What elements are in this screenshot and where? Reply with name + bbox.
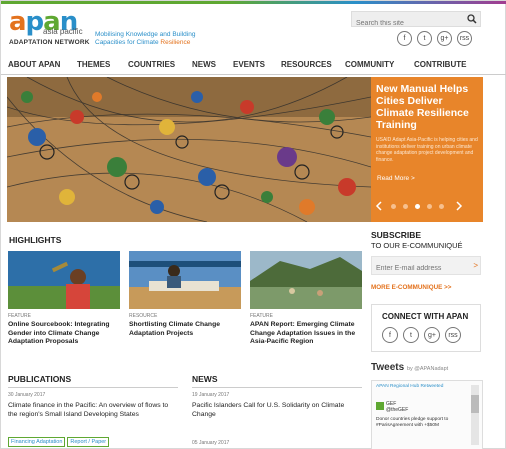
hero-read-more-link[interactable]: Read More > <box>377 175 415 182</box>
highlights-heading: HIGHLIGHTS <box>9 235 62 245</box>
connect-heading: CONNECT WITH APAN <box>382 312 469 321</box>
highlight-tag: FEATURE <box>250 313 273 319</box>
rss-icon[interactable]: rss <box>457 31 472 46</box>
facebook-icon[interactable]: f <box>382 327 398 343</box>
slide-dot-3[interactable] <box>415 204 420 209</box>
subscribe-submit-button[interactable]: > <box>473 261 478 270</box>
prev-slide-icon[interactable] <box>375 201 383 211</box>
divider <box>8 387 178 388</box>
facebook-icon[interactable]: f <box>397 31 412 46</box>
apan-logo[interactable]: apan asia pacific ADAPTATION NETWORK <box>9 9 91 47</box>
hero-description: USAID Adapt Asia-Pacific is helping citi… <box>376 137 478 163</box>
header-social-links: f t g+ rss <box>397 31 472 46</box>
highlight-card[interactable]: FEATURE APAN Report: Emerging Climate Ch… <box>250 251 362 347</box>
avatar[interactable] <box>376 402 384 410</box>
highlight-image[interactable] <box>8 251 120 309</box>
hero-title[interactable]: New Manual Helps Cities Deliver Climate … <box>376 83 478 131</box>
connect-panel: CONNECT WITH APAN f t g+ rss <box>371 304 481 352</box>
rss-icon[interactable]: rss <box>445 327 461 343</box>
nav-countries[interactable]: COUNTRIES <box>128 60 175 69</box>
highlight-title[interactable]: Online Sourcebook: Integrating Gender in… <box>8 321 120 347</box>
nav-news[interactable]: NEWS <box>192 60 216 69</box>
slide-dot-2[interactable] <box>403 204 408 209</box>
google-plus-icon[interactable]: g+ <box>437 31 452 46</box>
tweets-by-handle[interactable]: by @APANadapt <box>407 366 448 372</box>
tweet-text: Donor countries pledge support to #Paris… <box>376 417 449 428</box>
timeline-scrollbar[interactable] <box>471 385 479 445</box>
tweet-author[interactable]: GEF @theGEF <box>386 401 408 413</box>
tweets-widget: Tweets by @APANadapt APAN Regional Hub R… <box>371 362 483 449</box>
news-date: 19 January 2017 <box>192 392 230 398</box>
subscribe-heading: SUBSCRIBE <box>371 230 422 240</box>
news-date: 05 January 2017 <box>192 440 230 446</box>
publication-link[interactable]: Climate finance in the Pacific: An overv… <box>8 401 178 419</box>
news-link[interactable]: Pacific Islanders Call for U.S. Solidari… <box>192 401 362 419</box>
slide-dot-1[interactable] <box>391 204 396 209</box>
subscribe-subtitle: TO OUR E-COMMUNIQUÉ <box>371 241 463 250</box>
tag-financing-adaptation[interactable]: Financing Adaptation <box>8 437 66 447</box>
top-accent-bar <box>1 1 506 4</box>
search-input[interactable] <box>352 16 460 31</box>
main-navigation: ABOUT APAN THEMES COUNTRIES NEWS EVENTS … <box>1 55 506 75</box>
nav-contribute[interactable]: CONTRIBUTE <box>414 60 466 69</box>
publication-tags: Financing Adaptation Report / Paper <box>8 437 110 447</box>
nav-resources[interactable]: RESOURCES <box>281 60 332 69</box>
next-slide-icon[interactable] <box>455 201 463 211</box>
news-heading: NEWS <box>192 374 218 384</box>
nav-community[interactable]: COMMUNITY <box>345 60 394 69</box>
highlight-title[interactable]: Shortlisting Climate Change Adaptation P… <box>129 321 241 338</box>
tweets-heading: Tweets by @APANadapt <box>371 362 449 373</box>
street-scene-illustration <box>7 77 371 222</box>
hero-promo-panel: New Manual Helps Cities Deliver Climate … <box>371 77 483 222</box>
hero-slide-image[interactable] <box>7 77 371 222</box>
publication-date: 30 January 2017 <box>8 392 46 398</box>
site-tagline: Mobilising Knowledge and Building Capaci… <box>95 31 196 46</box>
highlight-tag: FEATURE <box>8 313 31 319</box>
retweet-label: APAN Regional Hub Retweeted <box>376 384 444 389</box>
connect-social-links: f t g+ rss <box>382 327 461 343</box>
highlight-title[interactable]: APAN Report: Emerging Climate Change Ada… <box>250 321 362 347</box>
highlight-card[interactable]: FEATURE Online Sourcebook: Integrating G… <box>8 251 120 347</box>
nav-about-apan[interactable]: ABOUT APAN <box>8 60 60 69</box>
highlight-card[interactable]: RESOURCE Shortlisting Climate Change Ada… <box>129 251 241 338</box>
search-icon[interactable] <box>467 14 477 24</box>
site-search <box>351 11 481 31</box>
logo-network-label: ADAPTATION NETWORK <box>9 39 90 46</box>
slide-dot-5[interactable] <box>439 204 444 209</box>
divider <box>192 387 362 388</box>
tweet-timeline[interactable]: APAN Regional Hub Retweeted GEF @theGEF D… <box>371 380 483 449</box>
logo-subtitle: asia pacific <box>43 27 83 36</box>
slider-controls <box>375 200 479 212</box>
twitter-icon[interactable]: t <box>417 31 432 46</box>
highlight-tag: RESOURCE <box>129 313 158 319</box>
email-field-wrapper: > <box>371 256 481 277</box>
publications-heading: PUBLICATIONS <box>8 374 72 384</box>
highlight-image[interactable] <box>250 251 362 309</box>
email-field[interactable] <box>372 260 466 277</box>
highlight-image[interactable] <box>129 251 241 309</box>
tag-report-paper[interactable]: Report / Paper <box>67 437 110 447</box>
google-plus-icon[interactable]: g+ <box>424 327 440 343</box>
nav-events[interactable]: EVENTS <box>233 60 265 69</box>
more-e-communique-link[interactable]: MORE E-COMMUNIQUE >> <box>371 284 451 291</box>
slide-dot-4[interactable] <box>427 204 432 209</box>
nav-themes[interactable]: THEMES <box>77 60 110 69</box>
twitter-icon[interactable]: t <box>403 327 419 343</box>
